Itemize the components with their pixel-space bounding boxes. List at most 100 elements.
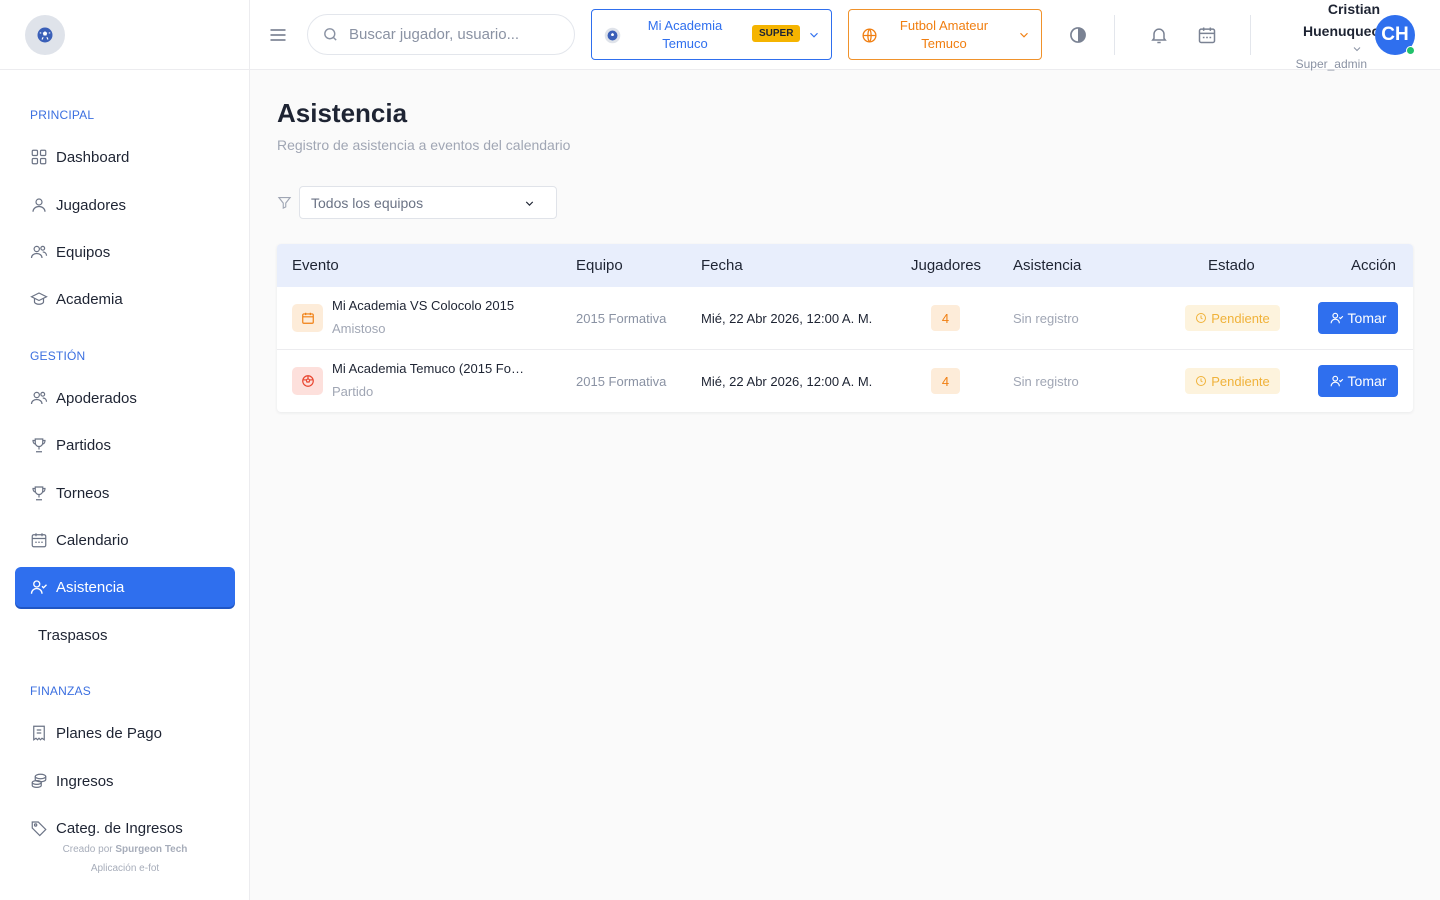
footer-app-name: Aplicación e-fot: [90, 863, 160, 874]
nav-section-principal: PRINCIPAL: [30, 108, 95, 122]
footer-credit-prefix: Creado por: [62, 844, 113, 855]
sidebar-item-label: Planes de Pago: [56, 724, 162, 742]
sidebar-item-equipos[interactable]: Equipos: [15, 232, 235, 272]
event-team: 2015 Formativa: [576, 311, 667, 326]
league-selector[interactable]: Futbol Amateur Temuco: [848, 9, 1042, 60]
calendar-icon: [301, 312, 314, 324]
soccer-ball-icon: [37, 27, 53, 43]
soccer-ball-icon: [301, 375, 314, 387]
theme-toggle-icon[interactable]: [1068, 25, 1088, 45]
super-badge: SUPER: [752, 25, 801, 42]
sidebar-item-label: Academia: [56, 290, 123, 308]
sidebar-item-torneos[interactable]: Torneos: [15, 473, 235, 513]
sidebar-item-ingresos[interactable]: Ingresos: [15, 761, 235, 801]
grid-icon: [31, 149, 47, 165]
tag-icon: [31, 821, 47, 837]
sidebar-item-label: Equipos: [56, 243, 111, 261]
chevron-down-icon: [810, 32, 818, 38]
sidebar-item-label: Partidos: [56, 436, 112, 454]
column-header-equipo: Equipo: [576, 257, 623, 274]
players-count-badge: 4: [931, 305, 960, 331]
search-box: [307, 14, 575, 55]
user-check-icon: [1330, 312, 1343, 324]
globe-icon: [862, 28, 877, 43]
team-filter-select[interactable]: Todos los equipos: [299, 186, 557, 219]
soccer-ball-icon: [604, 27, 621, 44]
footer-credit: Creado por Spurgeon Tech: [0, 844, 250, 855]
column-header-estado: Estado: [1208, 257, 1255, 274]
sidebar-item-label: Traspasos: [38, 626, 108, 644]
calendar-icon: [31, 533, 47, 548]
graduation-cap-icon: [30, 292, 48, 305]
status-badge: Pendiente: [1185, 305, 1280, 331]
event-team: 2015 Formativa: [576, 374, 667, 389]
online-status-dot: [1406, 46, 1415, 55]
event-type: Partido: [332, 384, 374, 399]
event-date: Mié, 22 Abr 2026, 12:00 A. M.: [701, 374, 873, 389]
take-attendance-button[interactable]: Tomar: [1318, 302, 1398, 334]
sidebar-item-categorias-ingresos[interactable]: Categ. de Ingresos: [15, 808, 235, 848]
chevron-down-icon: [525, 201, 534, 206]
header-divider: [1250, 15, 1251, 55]
users-icon: [30, 391, 48, 405]
sidebar-item-traspasos[interactable]: Traspasos: [15, 615, 235, 655]
chevron-down-icon[interactable]: [1351, 43, 1363, 55]
team-filter-value: Todos los equipos: [311, 194, 424, 211]
sidebar-item-planes-de-pago[interactable]: Planes de Pago: [15, 713, 235, 753]
table-header: Evento Equipo Fecha Jugadores Asistencia…: [277, 244, 1413, 287]
trophy-icon: [32, 438, 46, 453]
sidebar-item-label: Calendario: [56, 531, 129, 549]
sidebar-item-calendario[interactable]: Calendario: [15, 520, 235, 560]
sidebar-item-partidos[interactable]: Partidos: [15, 425, 235, 465]
event-date: Mié, 22 Abr 2026, 12:00 A. M.: [701, 311, 873, 326]
sidebar-item-label: Torneos: [56, 484, 110, 502]
search-input[interactable]: [349, 26, 549, 43]
take-button-label: Tomar: [1347, 310, 1387, 326]
search-icon: [324, 28, 337, 41]
user-check-icon: [1330, 375, 1343, 387]
sidebar-item-label: Ingresos: [56, 772, 114, 790]
menu-icon[interactable]: [268, 25, 288, 45]
clock-icon: [1196, 313, 1207, 323]
sidebar-item-asistencia[interactable]: Asistencia: [15, 567, 235, 607]
user-icon: [32, 198, 46, 212]
page-subtitle: Registro de asistencia a eventos del cal…: [277, 137, 571, 153]
user-name[interactable]: Cristian Huenuqueo: [1280, 0, 1380, 42]
column-header-asistencia: Asistencia: [1013, 257, 1082, 274]
players-count-badge: 4: [931, 368, 960, 394]
app-logo[interactable]: [25, 15, 65, 55]
event-type: Amistoso: [332, 321, 386, 336]
coins-icon: [31, 773, 47, 788]
take-attendance-button[interactable]: Tomar: [1318, 365, 1398, 397]
logo-area: [0, 0, 249, 70]
sidebar-item-academia[interactable]: Academia: [15, 279, 235, 319]
status-text: Pendiente: [1211, 373, 1270, 389]
sidebar-item-dashboard[interactable]: Dashboard: [15, 137, 235, 177]
column-header-accion: Acción: [1351, 257, 1397, 274]
status-text: Pendiente: [1211, 310, 1270, 326]
attendance-value: Sin registro: [1013, 311, 1079, 326]
calendar-icon[interactable]: [1197, 25, 1217, 45]
trophy-icon: [32, 486, 46, 501]
nav-section-finanzas: FINANZAS: [30, 684, 91, 698]
sidebar-item-jugadores[interactable]: Jugadores: [15, 185, 235, 225]
sidebar-item-label: Asistencia: [56, 578, 125, 596]
status-badge: Pendiente: [1185, 368, 1280, 394]
sidebar-item-label: Categ. de Ingresos: [56, 819, 183, 837]
academy-selector[interactable]: Mi Academia Temuco SUPER: [591, 9, 832, 60]
sidebar: PRINCIPAL Dashboard Jugadores Equipos Ac…: [0, 0, 250, 900]
attendance-table: Evento Equipo Fecha Jugadores Asistencia…: [277, 244, 1413, 412]
bell-icon[interactable]: [1149, 25, 1169, 45]
sidebar-item-apoderados[interactable]: Apoderados: [15, 378, 235, 418]
top-bar: Mi Academia Temuco SUPER Futbol Amateur …: [250, 0, 1440, 71]
event-title[interactable]: Mi Academia Temuco (2015 Formativa): [332, 361, 527, 376]
event-title[interactable]: Mi Academia VS Colocolo 2015: [332, 298, 527, 313]
page-title: Asistencia: [277, 98, 408, 128]
nav-section-gestion: GESTIÓN: [30, 349, 86, 363]
header-divider: [1114, 15, 1115, 55]
event-type-badge: [292, 367, 323, 395]
user-role: Super_admin: [1295, 57, 1367, 71]
receipt-icon: [33, 725, 45, 741]
table-row: Mi Academia Temuco (2015 Formativa) Part…: [277, 350, 1413, 413]
column-header-jugadores: Jugadores: [911, 257, 982, 274]
